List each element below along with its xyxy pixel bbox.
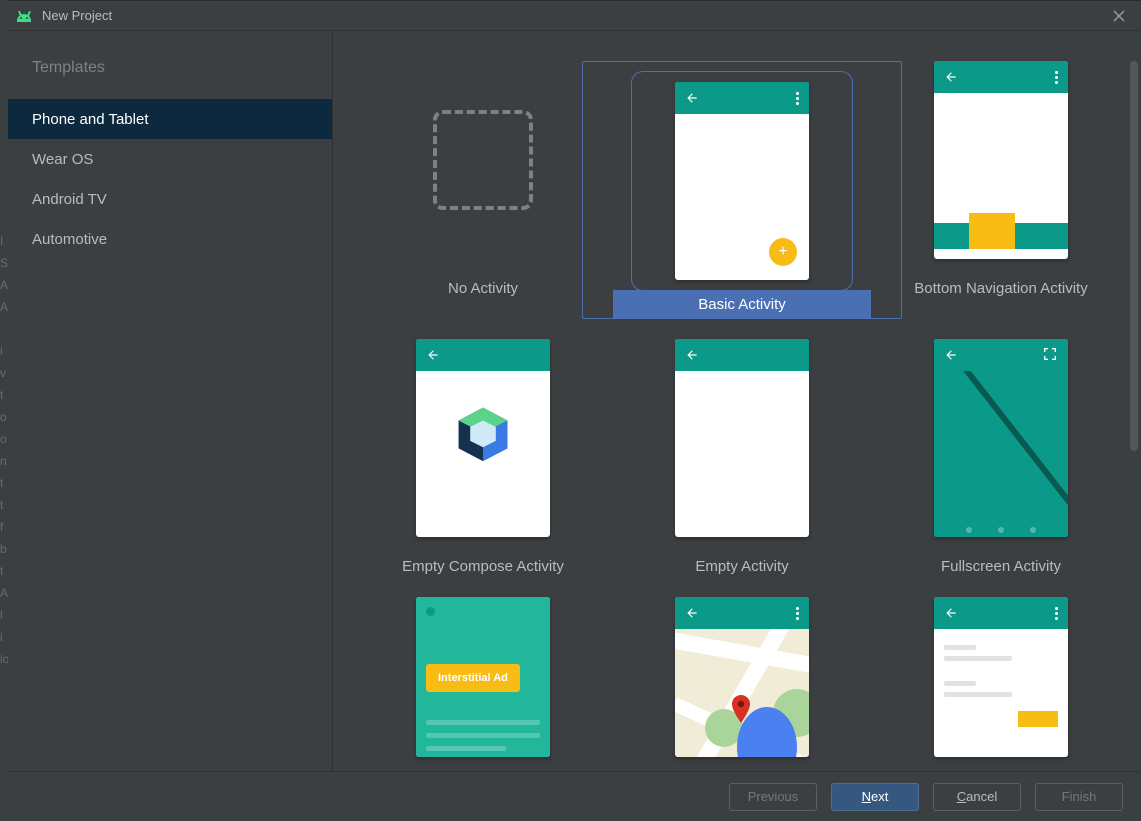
ad-preview-body: Interstitial Ad xyxy=(416,597,550,757)
template-fullscreen-activity[interactable]: Fullscreen Activity xyxy=(881,339,1121,577)
next-button[interactable]: Next xyxy=(831,783,919,811)
template-label: Fullscreen Activity xyxy=(881,555,1121,577)
template-empty-compose-activity[interactable]: Empty Compose Activity xyxy=(363,339,603,577)
template-interstitial-ad[interactable]: Interstitial Ad xyxy=(363,597,603,757)
android-icon xyxy=(16,8,32,24)
more-icon xyxy=(796,607,799,620)
more-icon xyxy=(796,92,799,105)
background-editor-text: I S A A i v t o o n t t f b t A l i io xyxy=(0,230,8,670)
dialog-footer: Previous Next Cancel Finish xyxy=(8,771,1141,821)
scroll-preview-body xyxy=(934,629,1068,757)
template-basic-activity[interactable]: + Basic Activity xyxy=(622,61,862,319)
vertical-scrollbar[interactable] xyxy=(1127,61,1141,709)
sidebar-item-label: Android TV xyxy=(32,191,107,208)
back-arrow-icon xyxy=(685,348,699,362)
previous-button[interactable]: Previous xyxy=(729,783,817,811)
templates-grid: No Activity xyxy=(333,31,1141,767)
map-preview-body xyxy=(675,629,809,757)
scrollbar-thumb[interactable] xyxy=(1130,61,1138,451)
dialog-body: Templates Phone and Tablet Wear OS Andro… xyxy=(8,31,1141,771)
template-empty-activity[interactable]: Empty Activity xyxy=(622,339,862,577)
bottom-nav-icon xyxy=(934,223,1068,249)
template-scrolling-activity[interactable] xyxy=(881,597,1121,757)
back-arrow-icon xyxy=(685,606,699,620)
finish-button[interactable]: Finish xyxy=(1035,783,1123,811)
sidebar-item-android-tv[interactable]: Android TV xyxy=(8,179,332,219)
back-arrow-icon xyxy=(944,70,958,84)
new-project-dialog: New Project Templates Phone and Tablet W… xyxy=(8,0,1141,821)
fullscreen-preview-body xyxy=(934,371,1068,537)
close-button[interactable] xyxy=(1105,5,1133,27)
template-label: Basic Activity xyxy=(613,290,871,318)
cancel-button[interactable]: Cancel xyxy=(933,783,1021,811)
back-arrow-icon xyxy=(944,606,958,620)
titlebar: New Project xyxy=(8,1,1141,31)
sidebar-item-label: Automotive xyxy=(32,231,107,248)
button-label: Finish xyxy=(1062,789,1097,804)
compose-logo-icon xyxy=(416,403,550,467)
more-icon xyxy=(1055,607,1058,620)
templates-panel: No Activity xyxy=(333,31,1141,771)
sidebar: Templates Phone and Tablet Wear OS Andro… xyxy=(8,31,333,771)
template-no-activity[interactable]: No Activity xyxy=(363,61,603,319)
back-arrow-icon xyxy=(426,348,440,362)
map-pin-icon xyxy=(731,695,751,726)
sidebar-section-title: Templates xyxy=(8,55,332,99)
button-label: Previous xyxy=(748,789,799,804)
template-label: Bottom Navigation Activity xyxy=(881,277,1121,299)
sidebar-item-automotive[interactable]: Automotive xyxy=(8,219,332,259)
back-arrow-icon xyxy=(944,348,958,362)
fullscreen-icon xyxy=(1042,346,1058,365)
template-label: No Activity xyxy=(363,277,603,299)
template-maps-activity[interactable] xyxy=(622,597,862,757)
sidebar-item-label: Wear OS xyxy=(32,151,93,168)
back-arrow-icon xyxy=(685,91,699,105)
sidebar-item-label: Phone and Tablet xyxy=(32,111,149,128)
dialog-title: New Project xyxy=(42,8,112,23)
fab-plus-icon: + xyxy=(769,238,797,266)
sidebar-item-wear-os[interactable]: Wear OS xyxy=(8,139,332,179)
template-bottom-navigation-activity[interactable]: Bottom Navigation Activity xyxy=(881,61,1121,319)
button-label: Cancel xyxy=(957,789,997,804)
template-label: Empty Compose Activity xyxy=(363,555,603,577)
dashed-box-icon xyxy=(433,110,533,210)
button-label: Next xyxy=(862,789,889,804)
more-icon xyxy=(1055,71,1058,84)
template-label: Empty Activity xyxy=(622,555,862,577)
ad-badge: Interstitial Ad xyxy=(426,664,520,692)
sidebar-item-phone-and-tablet[interactable]: Phone and Tablet xyxy=(8,99,332,139)
